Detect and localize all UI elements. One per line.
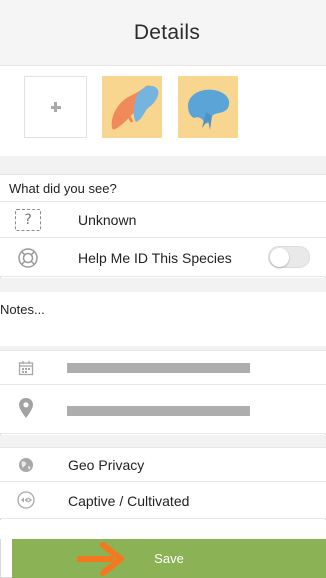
unknown-species-icon: ?: [14, 209, 42, 231]
help-id-row[interactable]: Help Me ID This Species: [0, 237, 326, 277]
section-divider: [0, 278, 326, 292]
species-name: Unknown: [78, 212, 137, 228]
globe-icon: [12, 454, 40, 476]
captive-label: Captive / Cultivated: [68, 493, 190, 509]
captive-row[interactable]: Captive / Cultivated: [0, 481, 326, 519]
photo-thumbnail-2[interactable]: [178, 76, 238, 138]
help-id-toggle[interactable]: [268, 246, 310, 268]
date-value-placeholder: [67, 363, 250, 373]
map-pin-icon: [12, 397, 40, 419]
page-title: Details: [133, 20, 201, 44]
geo-privacy-row[interactable]: Geo Privacy: [0, 447, 326, 481]
help-id-label: Help Me ID This Species: [78, 250, 232, 266]
calendar-icon: [12, 357, 40, 379]
date-row[interactable]: [0, 350, 326, 384]
geo-privacy-label: Geo Privacy: [68, 457, 145, 473]
section-divider: [0, 156, 326, 174]
save-button[interactable]: Save: [12, 539, 326, 578]
location-row[interactable]: [0, 384, 326, 434]
lifebuoy-icon: [14, 247, 42, 269]
location-value-placeholder: [67, 406, 250, 416]
photo-strip: [0, 66, 326, 156]
section-what-did-you-see: What did you see?: [0, 174, 326, 201]
notes-field[interactable]: Notes...: [0, 292, 326, 346]
add-photo-button[interactable]: [24, 76, 87, 138]
plus-icon: [50, 102, 61, 112]
captive-icon: [12, 489, 40, 511]
species-row[interactable]: ? Unknown: [0, 201, 326, 237]
header-bar: Details: [0, 0, 326, 66]
save-label: Save: [154, 551, 184, 566]
section-spacer: [0, 520, 326, 539]
section-divider: [0, 435, 326, 447]
photo-thumbnail-1[interactable]: [102, 76, 162, 138]
fungus-illustration: [188, 89, 230, 130]
notes-placeholder: Notes...: [0, 302, 45, 317]
salamander-illustration: [111, 85, 159, 130]
toggle-knob: [270, 248, 289, 267]
arrow-right-icon: [77, 542, 124, 576]
